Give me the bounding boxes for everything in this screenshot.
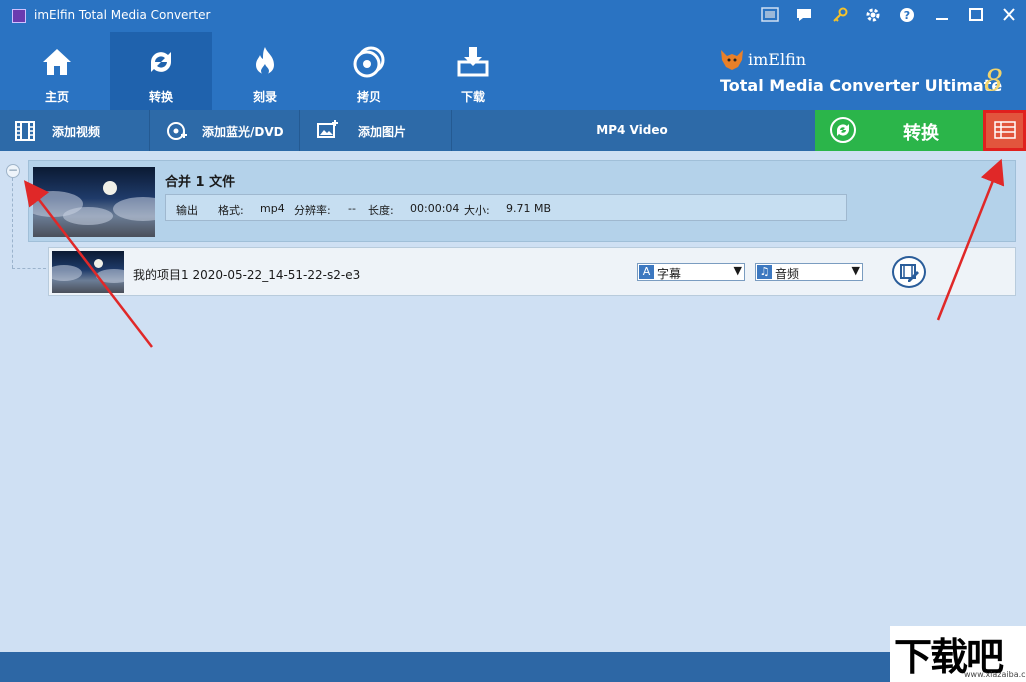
size-value: 9.71 MB xyxy=(506,202,552,215)
sub-toolbar: 添加视频 添加蓝光/DVD 添加图片 MP4 Video 转换 xyxy=(0,110,1026,151)
close-button[interactable] xyxy=(998,6,1020,26)
tab-convert[interactable]: 转换 xyxy=(110,32,212,110)
duration-value: 00:00:04 xyxy=(410,202,460,215)
list-layout-icon xyxy=(994,121,1016,139)
format-label: 格式: xyxy=(218,204,244,217)
format-value: mp4 xyxy=(260,202,285,215)
collapse-toggle[interactable]: − xyxy=(6,164,20,178)
subtitle-select[interactable]: A 字幕 ▼ xyxy=(637,263,745,281)
audio-select-value: 音频 xyxy=(775,267,800,281)
file-item-row[interactable]: 我的项目1 2020-05-22_14-51-22-s2-e3 A 字幕 ▼ ♫… xyxy=(48,247,1016,296)
add-bluray-label: 添加蓝光/DVD xyxy=(202,125,284,139)
tab-download[interactable]: 下载 xyxy=(422,32,524,110)
brand-version: 8 xyxy=(984,64,1004,99)
tab-label: 下载 xyxy=(460,90,485,104)
window-title: imElfin Total Media Converter xyxy=(34,8,211,22)
duration-label: 长度: xyxy=(368,204,394,217)
brand-name: imElfin xyxy=(748,50,807,69)
film-edit-icon xyxy=(900,264,919,282)
add-video-button[interactable]: 添加视频 xyxy=(0,110,150,151)
subtitle-select-value: 字幕 xyxy=(657,267,682,281)
disc-copy-icon xyxy=(353,46,385,78)
chevron-down-icon: ▼ xyxy=(851,264,860,277)
merge-group-row[interactable]: 合并 1 文件 输出 格式: mp4 分辨率: -- 长度: 00:00:04 … xyxy=(28,160,1016,242)
watermark-domain: www.xiazaiba.com xyxy=(964,670,1026,679)
music-note-icon: ♫ xyxy=(757,265,772,279)
add-image-label: 添加图片 xyxy=(358,125,407,139)
maximize-button[interactable] xyxy=(965,6,987,26)
screenshot-icon[interactable] xyxy=(759,6,781,26)
size-label: 大小: xyxy=(464,204,490,217)
convert-icon xyxy=(830,117,856,143)
tab-label: 刻录 xyxy=(252,90,277,104)
minimize-button[interactable] xyxy=(931,6,953,26)
add-bluray-button[interactable]: 添加蓝光/DVD xyxy=(150,110,300,151)
edit-video-button[interactable] xyxy=(892,256,926,288)
add-image-button[interactable]: 添加图片 xyxy=(300,110,452,151)
burn-icon xyxy=(256,47,274,75)
file-thumbnail xyxy=(52,251,124,293)
chevron-down-icon: ▼ xyxy=(733,264,742,277)
watermark: 下载吧 www.xiazaiba.com xyxy=(890,626,1026,682)
resolution-value: -- xyxy=(348,202,356,215)
merge-title: 合并 1 文件 xyxy=(165,175,236,190)
image-add-icon xyxy=(317,120,338,138)
file-name: 我的项目1 2020-05-22_14-51-22-s2-e3 xyxy=(133,268,361,282)
main-toolbar: 主页 转换 刻录 拷贝 下载 imElfin Total Media Conve… xyxy=(0,32,1026,110)
add-video-label: 添加视频 xyxy=(52,125,101,139)
tree-connector xyxy=(12,178,13,268)
output-info-bar: 输出 格式: mp4 分辨率: -- 长度: 00:00:04 大小: 9.71… xyxy=(165,194,847,221)
convert-label: 转换 xyxy=(903,123,939,144)
key-icon[interactable] xyxy=(829,6,851,26)
merge-thumbnail xyxy=(33,167,155,237)
svg-text:?: ? xyxy=(904,9,910,22)
title-bar: imElfin Total Media Converter ? xyxy=(0,0,1026,32)
tab-home[interactable]: 主页 xyxy=(6,32,108,110)
help-icon[interactable]: ? xyxy=(896,6,918,26)
disc-add-icon xyxy=(167,122,187,140)
convert-button[interactable]: 转换 xyxy=(815,110,983,151)
gear-icon[interactable] xyxy=(862,6,884,26)
tab-label: 转换 xyxy=(148,90,173,104)
tab-label: 主页 xyxy=(44,90,69,104)
tree-connector xyxy=(12,268,46,269)
fox-logo-icon xyxy=(721,50,743,70)
brand-logo: imElfin Total Media Converter Ultimate 8 xyxy=(718,44,1008,104)
output-profile-select[interactable]: MP4 Video xyxy=(452,110,812,151)
app-icon xyxy=(12,9,26,23)
chat-icon[interactable] xyxy=(793,6,815,26)
convert-icon xyxy=(151,52,171,72)
subtitle-icon: A xyxy=(639,265,654,279)
home-icon xyxy=(43,49,71,75)
resolution-label: 分辨率: xyxy=(294,204,331,217)
layout-toggle-button[interactable] xyxy=(983,110,1026,151)
brand-product: Total Media Converter Ultimate xyxy=(720,76,1003,95)
tab-copy[interactable]: 拷贝 xyxy=(318,32,420,110)
output-label: 输出 xyxy=(176,204,198,217)
film-icon xyxy=(15,121,35,141)
status-bar xyxy=(0,652,1026,682)
download-icon xyxy=(457,47,489,77)
audio-select[interactable]: ♫ 音频 ▼ xyxy=(755,263,863,281)
tab-burn[interactable]: 刻录 xyxy=(214,32,316,110)
tab-label: 拷贝 xyxy=(356,90,381,104)
